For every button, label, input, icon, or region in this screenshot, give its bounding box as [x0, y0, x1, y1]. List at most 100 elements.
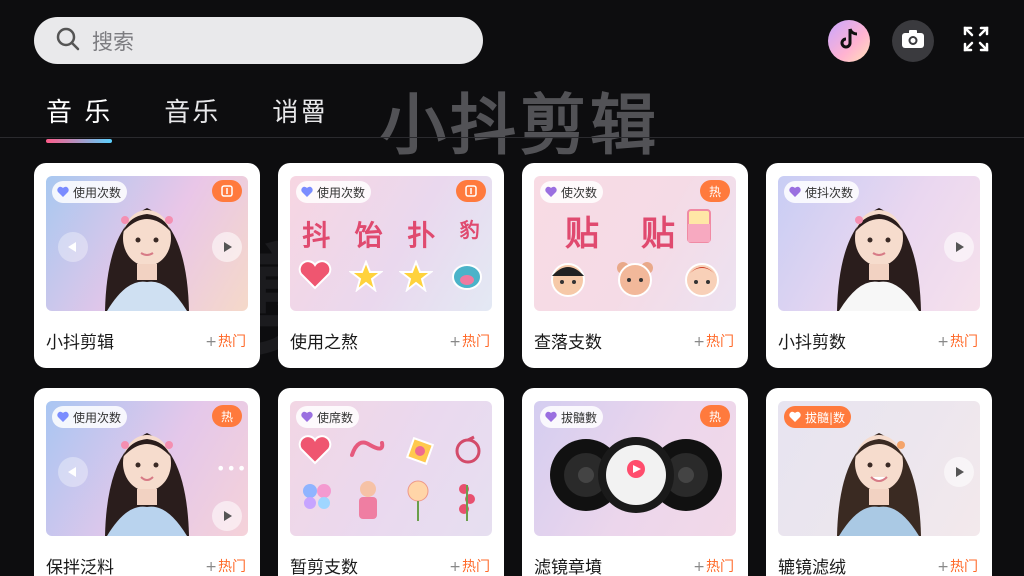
template-card[interactable]: 使抖次数 小抖剪数 +热门 — [766, 163, 992, 368]
hot-tag: +热门 — [205, 556, 246, 576]
template-card[interactable]: 使用次数 热 ••• 保拌泛料 +热门 — [34, 388, 260, 576]
hot-tag: +热门 — [449, 556, 490, 576]
card-thumbnail[interactable]: 使用次数 热 ••• — [46, 401, 248, 536]
loop-sticker-icon — [455, 435, 481, 464]
heart-icon — [57, 411, 69, 422]
star-sticker-icon — [348, 260, 383, 292]
hot-tag: +热门 — [693, 331, 734, 351]
play-button[interactable] — [944, 232, 974, 262]
template-card[interactable]: 使用次数 小抖剪辑 +热门 — [34, 163, 260, 368]
heart-sticker-icon — [298, 260, 332, 290]
prev-button[interactable] — [58, 232, 88, 262]
camera-button[interactable] — [892, 20, 934, 62]
play-button[interactable] — [212, 501, 242, 531]
usage-badge: 使用次数 — [52, 181, 128, 203]
hot-corner-badge — [456, 180, 486, 202]
hot-tag-text: 热门 — [462, 559, 490, 575]
card-thumbnail[interactable]: 使抖次数 — [778, 176, 980, 311]
play-icon — [956, 242, 964, 252]
tab-divider — [0, 137, 1024, 138]
portrait-image — [837, 208, 921, 311]
card-title: 滤镜章墳 — [534, 558, 602, 576]
plus-icon: + — [937, 559, 949, 575]
portrait-image — [105, 433, 189, 536]
card-thumbnail[interactable]: 使用次数 — [46, 176, 248, 311]
expand-icon — [962, 25, 990, 57]
usage-badge-text: 使席数 — [317, 410, 354, 425]
template-card[interactable]: 拔髓數 热 滤镜章墳 +热门 — [522, 388, 748, 576]
card-thumbnail[interactable]: 拔髓|数 — [778, 401, 980, 536]
play-icon — [224, 242, 232, 252]
portrait-image — [105, 208, 189, 311]
prev-icon — [68, 467, 76, 477]
swirl-sticker-icon — [350, 440, 385, 457]
hot-tag: +热门 — [693, 556, 734, 576]
star-sticker-icon — [399, 260, 434, 292]
template-card[interactable]: 贴 贴 使次数 热 查落支数 +热门 — [522, 163, 748, 368]
template-icon — [465, 185, 477, 197]
sticker-icon-row — [534, 258, 736, 298]
usage-badge-text: 使抖次数 — [805, 185, 854, 200]
heart-icon — [301, 186, 313, 197]
tab-bar: 音 乐 音乐 诮罾 — [46, 92, 380, 143]
play-icon — [956, 467, 964, 477]
tab-third[interactable]: 诮罾 — [272, 92, 328, 129]
fullscreen-button[interactable] — [955, 20, 997, 62]
hot-tag: +热门 — [449, 331, 490, 351]
tab-music[interactable]: 音乐 — [164, 92, 220, 129]
card-thumbnail[interactable]: 抖 饴 扑 豹 使用次数 — [290, 176, 492, 311]
search-icon — [54, 25, 82, 57]
sticker-icon-row — [290, 479, 492, 523]
sticker-text: 贴 — [565, 214, 599, 254]
hot-tag-text: 热门 — [706, 334, 734, 350]
play-icon — [224, 511, 232, 521]
butterfly-sticker-icon — [302, 484, 331, 509]
card-title: 查落支数 — [534, 333, 602, 353]
more-icon[interactable]: ••• — [216, 459, 247, 478]
sticker-icon-row — [290, 435, 492, 467]
card-thumbnail[interactable]: 拔髓數 热 — [534, 401, 736, 536]
usage-badge: 使次数 — [540, 181, 604, 203]
tab-music-active[interactable]: 音 乐 — [46, 92, 113, 143]
girl-face-sticker-icon — [685, 263, 720, 297]
hot-tag-text: 热门 — [218, 334, 246, 350]
hot-corner-badge: 热 — [212, 405, 242, 427]
play-button[interactable] — [212, 232, 242, 262]
template-card[interactable]: 使席数 暂剪支数 +热门 — [278, 388, 504, 576]
card-thumbnail[interactable]: 使席数 — [290, 401, 492, 536]
search-bar[interactable]: 搜索 — [34, 17, 483, 64]
card-thumbnail[interactable]: 贴 贴 使次数 热 — [534, 176, 736, 311]
sticker-text-row: 抖 饴 扑 豹 — [290, 214, 492, 254]
heart-icon — [301, 411, 313, 422]
tiktok-logo-icon — [838, 27, 860, 55]
heart-icon — [545, 186, 557, 197]
doll-sticker-icon — [359, 481, 378, 519]
portrait-image — [837, 433, 921, 536]
tiktok-logo-button[interactable] — [828, 20, 870, 62]
template-card[interactable]: 拔髓|数 辘镜滤绒 +热门 — [766, 388, 992, 576]
usage-badge: 使用次数 — [296, 181, 372, 203]
plus-icon: + — [205, 334, 217, 350]
search-placeholder: 搜索 — [92, 29, 134, 54]
card-title: 暂剪支数 — [290, 558, 358, 576]
usage-badge-text: 使用次数 — [317, 185, 366, 200]
sticker-text: 贴 — [641, 214, 675, 254]
hot-tag-text: 热门 — [706, 559, 734, 575]
hot-tag: +热门 — [937, 556, 978, 576]
blob-sticker-icon — [451, 264, 482, 290]
usage-badge: 使用次数 — [52, 406, 128, 428]
template-card[interactable]: 抖 饴 扑 豹 使用次数 使用之熬 +热门 — [278, 163, 504, 368]
card-title: 小抖剪数 — [778, 333, 846, 353]
usage-badge: 拔髓數 — [540, 406, 604, 428]
berries-sticker-icon — [459, 484, 476, 521]
play-button[interactable] — [944, 457, 974, 487]
hot-tag-text: 热门 — [950, 559, 978, 575]
usage-badge-text: 使次数 — [561, 185, 598, 200]
card-title: 小抖剪辑 — [46, 333, 114, 353]
prev-button[interactable] — [58, 457, 88, 487]
usage-badge-text: 拔髓數 — [561, 410, 598, 425]
camera-icon — [901, 29, 925, 53]
prev-icon — [68, 242, 76, 252]
bear-face-sticker-icon — [616, 262, 653, 297]
usage-badge-text: 使用次数 — [73, 410, 122, 425]
